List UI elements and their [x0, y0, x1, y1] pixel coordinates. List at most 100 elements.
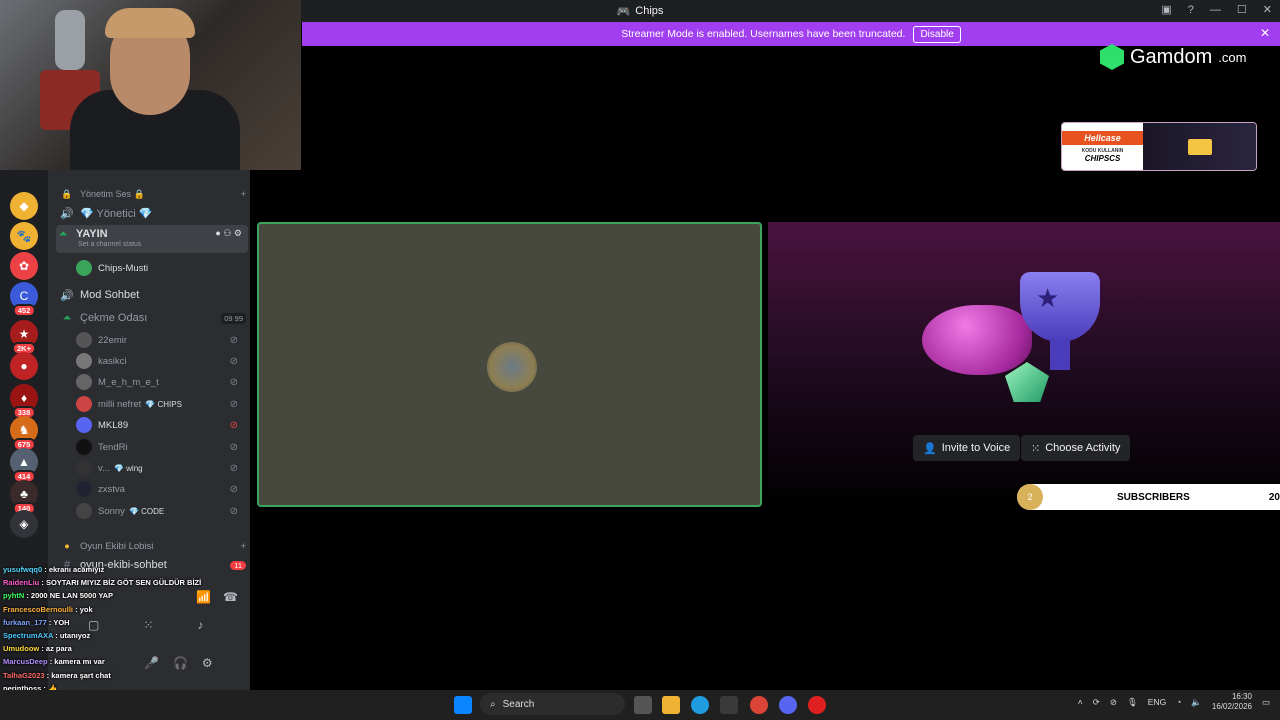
- chrome-icon[interactable]: [750, 696, 768, 714]
- maximize-button[interactable]: ☐: [1237, 3, 1247, 16]
- voice-user[interactable]: Chips-Musti: [76, 258, 246, 278]
- chat-text: SOYTARI MIYIZ BİZ GÖT SEN GÜLDÜR BİZİ: [45, 578, 202, 588]
- category-yonetim[interactable]: 🔒 Yönetim Ses 🔒 +: [60, 184, 260, 204]
- server-icon[interactable]: C 452: [10, 282, 38, 317]
- app-icon[interactable]: [808, 696, 826, 714]
- chat-text: 2000 NE LAN 5000 YAP: [30, 591, 114, 601]
- server-icon[interactable]: ★ 2K+: [10, 320, 38, 355]
- participant-tile-speaking[interactable]: [257, 222, 762, 507]
- add-channel-icon[interactable]: +: [241, 189, 246, 199]
- banner-close-icon[interactable]: ✕: [1260, 26, 1270, 40]
- edge-icon[interactable]: [691, 696, 709, 714]
- user-count: 09: [224, 313, 233, 323]
- streamer-cap: [105, 8, 195, 38]
- file-explorer-icon[interactable]: [662, 696, 680, 714]
- pink-rock-illustration: [922, 305, 1032, 375]
- wifi-off-icon[interactable]: ⊘: [1110, 697, 1117, 708]
- minimize-button[interactable]: —: [1210, 4, 1221, 16]
- server-icon[interactable]: ♦ 338: [10, 384, 38, 419]
- voice-user[interactable]: MKL89 ⊘: [76, 415, 246, 435]
- chat-separator: :: [24, 591, 31, 601]
- chat-text: YOH: [53, 617, 70, 627]
- deafened-icon: ⊘: [229, 462, 238, 474]
- chat-message: SpectrumAXA : utanıyoz: [3, 631, 90, 640]
- chat-username: pyhtN: [3, 591, 25, 601]
- channel-mod-sohbet[interactable]: 🔊 Mod Sohbet: [60, 285, 260, 305]
- channel-yayin[interactable]: ⏶ YAYIN ● ⚇ ⚙ Set a channel status: [56, 225, 248, 253]
- dot-icon: ●: [64, 540, 70, 552]
- taskbar-search[interactable]: ⌕ Search: [480, 693, 625, 715]
- hellcase-sponsor: Hellcase KODU KULLANIN CHIPSCS: [1061, 122, 1257, 171]
- chat-text: yok: [79, 604, 93, 614]
- server-icon[interactable]: 🐾: [10, 222, 38, 250]
- store-icon[interactable]: [720, 696, 738, 714]
- category-oyun-lobi[interactable]: ● Oyun Ekibi Lobisi +: [60, 536, 260, 556]
- network-icon[interactable]: ◔: [1176, 697, 1181, 707]
- avatar: [76, 460, 92, 476]
- deafened-icon: ⊘: [229, 483, 238, 495]
- voice-user[interactable]: kasikci ⊘: [76, 351, 246, 371]
- choose-activity-button[interactable]: ⁙ Choose Activity: [1021, 435, 1131, 461]
- channel-label: Mod Sohbet: [80, 289, 140, 301]
- server-icon[interactable]: ●: [10, 352, 38, 380]
- mic-icon[interactable]: 🎙: [1127, 697, 1138, 708]
- task-view-icon[interactable]: [634, 696, 652, 714]
- avatar: [76, 439, 92, 455]
- chat-separator: :: [39, 644, 46, 654]
- search-icon: ⌕: [490, 698, 496, 710]
- user-name: TendRi: [98, 441, 128, 453]
- chevron-up-icon[interactable]: ˄: [1078, 697, 1083, 707]
- sync-icon[interactable]: ⟳: [1093, 697, 1100, 708]
- voice-user[interactable]: milli nefret 💎 CHIPS ⊘: [76, 394, 246, 414]
- inbox-icon[interactable]: ▣: [1161, 3, 1171, 16]
- disable-button[interactable]: Disable: [913, 25, 961, 43]
- invite-to-voice-button[interactable]: 👤 Invite to Voice: [913, 435, 1021, 461]
- voice-user[interactable]: 22emir ⊘: [76, 330, 246, 350]
- gamdom-logo-icon: [1100, 44, 1124, 70]
- voice-user[interactable]: Sonny 💎 CODE ⊘: [76, 501, 246, 521]
- chat-message: RaidenLiu : SOYTARI MIYIZ BİZ GÖT SEN GÜ…: [3, 578, 201, 587]
- help-icon[interactable]: ?: [1188, 4, 1194, 16]
- lock-icon: 🔒: [61, 188, 73, 199]
- notification-icon[interactable]: ▭: [1262, 697, 1270, 708]
- channel-status[interactable]: Set a channel status: [78, 241, 141, 248]
- server-icon[interactable]: ♞ 675: [10, 416, 38, 451]
- server-icon[interactable]: ▲ 414: [10, 448, 38, 483]
- discover-icon[interactable]: ◈: [10, 510, 38, 538]
- add-channel-icon[interactable]: +: [240, 541, 246, 552]
- channel-cekme-odasi[interactable]: ⏶ Çekme Odası 09 99: [60, 308, 260, 328]
- banner-text: Streamer Mode is enabled. Usernames have…: [621, 28, 906, 40]
- deafened-icon: ⊘: [229, 398, 238, 410]
- chat-username: TalhaG2023: [3, 670, 45, 680]
- server-badge: 452: [12, 304, 36, 317]
- server-icon[interactable]: ♣ 140: [10, 480, 38, 515]
- user-tag: 💎 CODE: [128, 506, 165, 516]
- voice-user[interactable]: M_e_h_m_e_t ⊘: [76, 372, 246, 392]
- server-icon[interactable]: ✿: [10, 252, 38, 280]
- clock[interactable]: 16:30 16/02/2026: [1212, 692, 1252, 712]
- search-label: Search: [502, 698, 535, 710]
- start-icon[interactable]: [454, 696, 472, 714]
- server-icon[interactable]: ◆: [10, 192, 38, 220]
- webcam-overlay: [0, 0, 301, 170]
- category-label: Yönetim Ses 🔒: [80, 188, 145, 199]
- voice-user[interactable]: TendRi ⊘: [76, 437, 246, 457]
- discord-icon[interactable]: [779, 696, 797, 714]
- channel-yonetici[interactable]: 🔊 💎 Yönetici 💎: [60, 203, 260, 223]
- subs-count: 2: [1017, 484, 1043, 510]
- channel-actions[interactable]: ● ⚇ ⚙: [215, 228, 242, 239]
- voice-user[interactable]: v... 💎 wing ⊘: [76, 458, 246, 478]
- user-tag: 💎 CHIPS: [145, 399, 182, 409]
- user-name: kasikci: [98, 355, 127, 367]
- voice-user[interactable]: zxstva ⊘: [76, 479, 246, 499]
- avatar: [76, 353, 92, 369]
- chat-username: furkaan_177: [3, 617, 47, 627]
- volume-icon[interactable]: 🔈: [1191, 697, 1202, 708]
- streamer-mode-banner: Streamer Mode is enabled. Usernames have…: [302, 22, 1280, 46]
- close-window-button[interactable]: ✕: [1263, 3, 1272, 16]
- language-indicator[interactable]: ENG: [1148, 697, 1166, 707]
- avatar: [76, 332, 92, 348]
- trophy-stem: [1050, 340, 1070, 370]
- chat-username: MarcusDeep: [3, 657, 48, 667]
- window-title: Chips: [635, 5, 664, 17]
